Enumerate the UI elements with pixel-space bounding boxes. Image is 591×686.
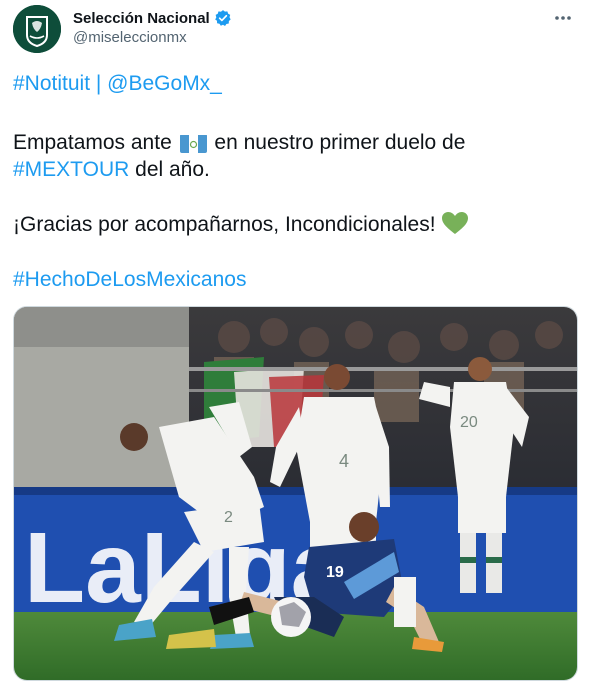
tweet-photo[interactable]: LaLiga 20 <box>13 306 578 681</box>
separator: | <box>90 72 108 95</box>
jersey-number-19: 19 <box>326 564 344 581</box>
hashtag-mextour[interactable]: #MEXTOUR <box>13 158 129 181</box>
author-handle[interactable]: @miseleccionmx <box>73 29 187 46</box>
author-name-row[interactable]: Selección Nacional <box>73 8 232 28</box>
text-gracias: ¡Gracias por acompañarnos, Incondicional… <box>13 213 442 236</box>
text-del-ano: del año. <box>129 158 210 181</box>
avatar[interactable] <box>13 5 61 53</box>
tweet-line-4: #HechoDeLosMexicanos <box>13 266 573 293</box>
mexico-crest-icon <box>13 5 61 53</box>
verified-badge-icon <box>214 9 232 27</box>
jersey-number-4: 4 <box>339 451 349 471</box>
jersey-number-2: 2 <box>224 509 233 526</box>
tweet-line-3: ¡Gracias por acompañarnos, Incondicional… <box>13 211 573 238</box>
text-before-flag: Empatamos ante <box>13 131 178 154</box>
green-heart-icon <box>441 211 469 235</box>
tweet-line-2: #MEXTOUR del año. <box>13 156 573 183</box>
more-options-icon[interactable] <box>551 6 575 30</box>
tweet-line-1: Empatamos ante en nuestro primer duelo d… <box>13 129 573 156</box>
display-name[interactable]: Selección Nacional <box>73 10 210 27</box>
soccer-ball <box>271 597 311 637</box>
hashtag-notituit[interactable]: #Notituit <box>13 72 90 95</box>
hashtag-hechodelosmexicanos[interactable]: #HechoDeLosMexicanos <box>13 268 246 291</box>
tweet-text: #Notituit | @BeGoMx_ Empatamos ante en n… <box>13 70 573 293</box>
text-after-flag: en nuestro primer duelo de <box>208 131 466 154</box>
jersey-number-20: 20 <box>460 414 478 431</box>
guatemala-flag-icon <box>179 134 207 153</box>
tweet-line-mentions: #Notituit | @BeGoMx_ <box>13 70 573 97</box>
mention-begomx[interactable]: @BeGoMx_ <box>107 72 222 95</box>
